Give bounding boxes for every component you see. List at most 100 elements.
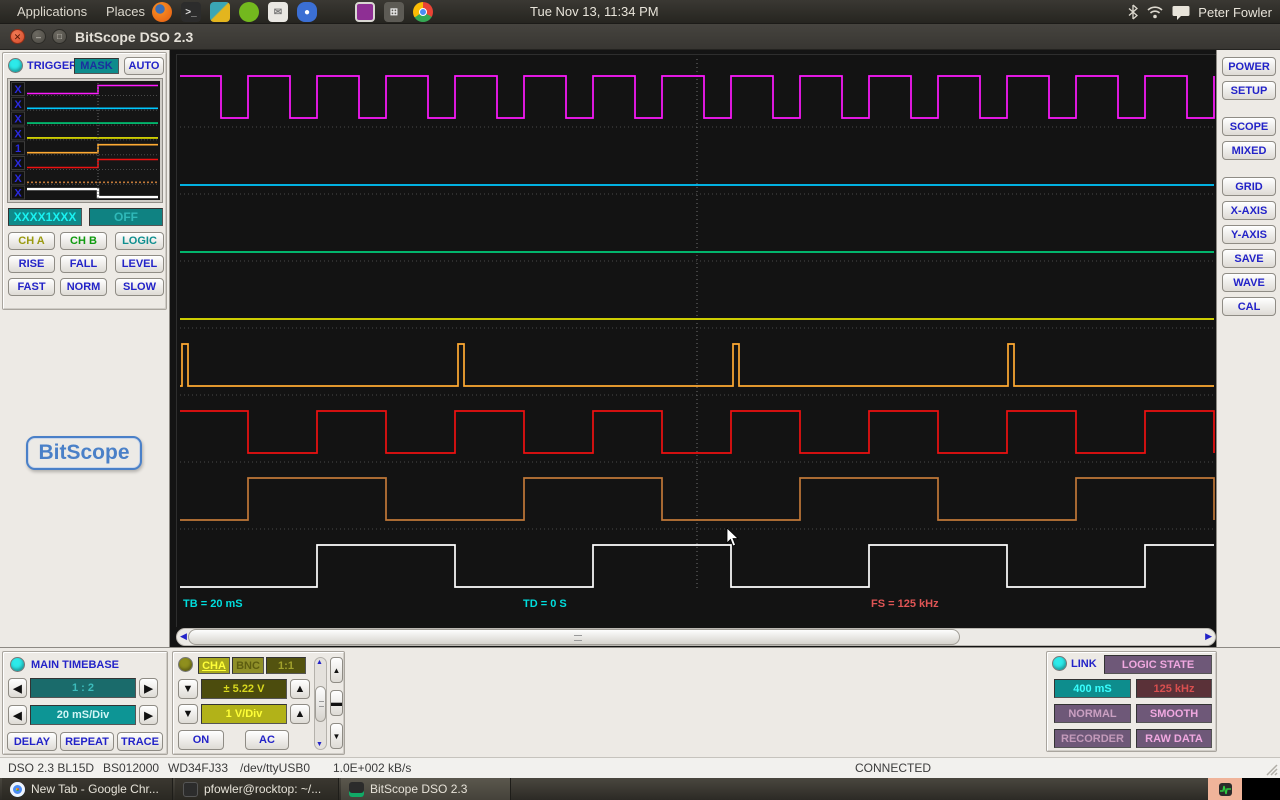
hscroll-left-arrow[interactable]: ◀	[180, 631, 187, 642]
channel-tab-bnc[interactable]: BNC	[232, 657, 264, 674]
range-down-button[interactable]: ▼	[178, 679, 198, 699]
link-cell-raw-data[interactable]: RAW DATA	[1136, 729, 1212, 748]
menu-button-cal[interactable]: CAL	[1222, 297, 1276, 316]
scale-up-button[interactable]: ▲	[290, 704, 310, 724]
position-up-button[interactable]: ▲	[330, 657, 343, 683]
trigger-button-logic[interactable]: LOGIC	[115, 232, 164, 250]
timebase-button-repeat[interactable]: REPEAT	[60, 732, 114, 751]
link-cell-normal[interactable]: NORMAL	[1054, 704, 1131, 723]
menu-button-mixed[interactable]: MIXED	[1222, 141, 1276, 160]
menu-button-grid[interactable]: GRID	[1222, 177, 1276, 196]
trigger-title: TRIGGER	[27, 60, 77, 72]
display-hscrollbar[interactable]: ◀ ▶	[176, 628, 1216, 646]
menu-applications[interactable]: Applications	[8, 0, 96, 24]
timebase-row0-right-arrow[interactable]: ▶	[139, 678, 158, 698]
link-cell-400-ms[interactable]: 400 mS	[1054, 679, 1131, 698]
hscroll-thumb[interactable]	[188, 629, 960, 645]
window-minimize-button[interactable]: –	[31, 29, 46, 44]
range-display[interactable]: ± 5.22 V	[201, 679, 287, 699]
menu-button-scope[interactable]: SCOPE	[1222, 117, 1276, 136]
trigger-pattern-display[interactable]: XXXX1XXX	[8, 208, 82, 226]
window-maximize-button[interactable]: □	[52, 29, 67, 44]
menu-button-y-axis[interactable]: Y-AXIS	[1222, 225, 1276, 244]
timebase-button-trace[interactable]: TRACE	[117, 732, 163, 751]
chat-icon[interactable]	[1172, 5, 1190, 20]
firefox-icon[interactable]	[152, 2, 172, 22]
menu-places[interactable]: Places	[97, 0, 154, 24]
session-user[interactable]: Peter Fowler	[1198, 5, 1272, 20]
software-icon[interactable]	[239, 2, 259, 22]
logic-waveforms-chart	[178, 55, 1216, 595]
display-settings-icon[interactable]	[355, 2, 375, 22]
trigger-state-display[interactable]: OFF	[89, 208, 163, 226]
trigger-button-level[interactable]: LEVEL	[115, 255, 164, 273]
timebase-ratio-display[interactable]: 1 : 2	[30, 678, 136, 698]
clock[interactable]: Tue Nov 13, 11:34 PM	[530, 0, 659, 24]
trigger-button-fall[interactable]: FALL	[60, 255, 107, 273]
menu-button-wave[interactable]: WAVE	[1222, 273, 1276, 292]
sample-rate-readout: FS = 125 kHz	[871, 598, 939, 610]
statusbar-field-2: WD34FJ33	[168, 761, 228, 775]
wifi-icon[interactable]	[1146, 5, 1164, 19]
messenger-icon[interactable]: ●	[297, 2, 317, 22]
svg-text:X: X	[14, 99, 22, 111]
keyring-icon[interactable]	[210, 2, 230, 22]
scale-down-button[interactable]: ▼	[178, 704, 198, 724]
timebase-scale-display[interactable]: 20 mS/Div	[30, 705, 136, 725]
statusbar-field-4: 1.0E+002 kB/s	[333, 761, 411, 775]
trigger-button-rise[interactable]: RISE	[8, 255, 55, 273]
trigger-group: TRIGGER MASK AUTO XXXX1XXX XXXX1XXX OFF …	[2, 52, 167, 310]
app-statusbar: CONNECTED DSO 2.3 BL15DBS012000WD34FJ33/…	[0, 757, 1280, 778]
waveform-display[interactable]: TB = 20 mS TD = 0 S FS = 125 kHz	[176, 54, 1216, 627]
svg-text:X: X	[14, 188, 22, 200]
window-close-button[interactable]: ✕	[10, 29, 25, 44]
taskbar-item-1[interactable]: pfowler@rocktop: ~/...	[175, 778, 339, 800]
position-down-button[interactable]: ▼	[330, 723, 343, 749]
bluetooth-icon[interactable]	[1128, 4, 1138, 20]
calculator-icon[interactable]: ⊞	[384, 2, 404, 22]
link-cell-smooth[interactable]: SMOOTH	[1136, 704, 1212, 723]
statusbar-field-1: BS012000	[103, 761, 159, 775]
trigger-button-norm[interactable]: NORM	[60, 278, 107, 296]
timebase-button-delay[interactable]: DELAY	[7, 732, 57, 751]
scale-display[interactable]: 1 V/Div	[201, 704, 287, 724]
offset-vscrollbar[interactable]: ▲ ▼	[314, 657, 327, 750]
offset-down-arrow[interactable]: ▼	[316, 741, 323, 748]
channel-tab-1-1[interactable]: 1:1	[266, 657, 306, 674]
trigger-button-slow[interactable]: SLOW	[115, 278, 164, 296]
timebase-row1-right-arrow[interactable]: ▶	[139, 705, 158, 725]
menu-button-x-axis[interactable]: X-AXIS	[1222, 201, 1276, 220]
logic-state-button[interactable]: LOGIC STATE	[1104, 655, 1212, 674]
menu-button-power[interactable]: POWER	[1222, 57, 1276, 76]
link-cell-125-khz[interactable]: 125 kHz	[1136, 679, 1212, 698]
link-panel: LINK LOGIC STATE 400 mS125 kHzNORMALSMOO…	[1046, 651, 1217, 752]
terminal-icon[interactable]: >_	[181, 2, 201, 22]
trigger-preview-frame: XXXX1XXX	[7, 78, 163, 203]
offset-thumb[interactable]	[315, 686, 326, 722]
link-cell-recorder[interactable]: RECORDER	[1054, 729, 1131, 748]
offset-up-arrow[interactable]: ▲	[316, 659, 323, 666]
hscroll-right-arrow[interactable]: ▶	[1205, 631, 1212, 642]
channel-tab-cha[interactable]: CHA	[198, 657, 230, 674]
trigger-button-fast[interactable]: FAST	[8, 278, 55, 296]
remote-desktop-icon[interactable]	[326, 2, 346, 22]
mail-icon[interactable]: ✉	[268, 2, 288, 22]
menu-button-setup[interactable]: SETUP	[1222, 81, 1276, 100]
tray-bitscope-icon[interactable]	[1208, 778, 1242, 800]
trigger-mask-toggle[interactable]: MASK	[74, 58, 119, 74]
chrome-icon[interactable]	[413, 2, 433, 22]
timebase-row1-left-arrow[interactable]: ◀	[8, 705, 27, 725]
trigger-button-ch-b[interactable]: CH B	[60, 232, 107, 250]
menu-button-save[interactable]: SAVE	[1222, 249, 1276, 268]
taskbar-item-2[interactable]: BitScope DSO 2.3	[341, 778, 511, 800]
channel-button-on[interactable]: ON	[178, 730, 224, 750]
trigger-button-ch-a[interactable]: CH A	[8, 232, 55, 250]
position-center-button[interactable]: ▬	[330, 690, 343, 716]
statusbar-field-0: DSO 2.3 BL15D	[8, 761, 94, 775]
range-up-button[interactable]: ▲	[290, 679, 310, 699]
resize-grip[interactable]	[1264, 762, 1278, 776]
timebase-row0-left-arrow[interactable]: ◀	[8, 678, 27, 698]
channel-button-ac[interactable]: AC	[245, 730, 289, 750]
trigger-auto-button[interactable]: AUTO	[124, 57, 164, 75]
taskbar-item-0[interactable]: New Tab - Google Chr...	[2, 778, 173, 800]
